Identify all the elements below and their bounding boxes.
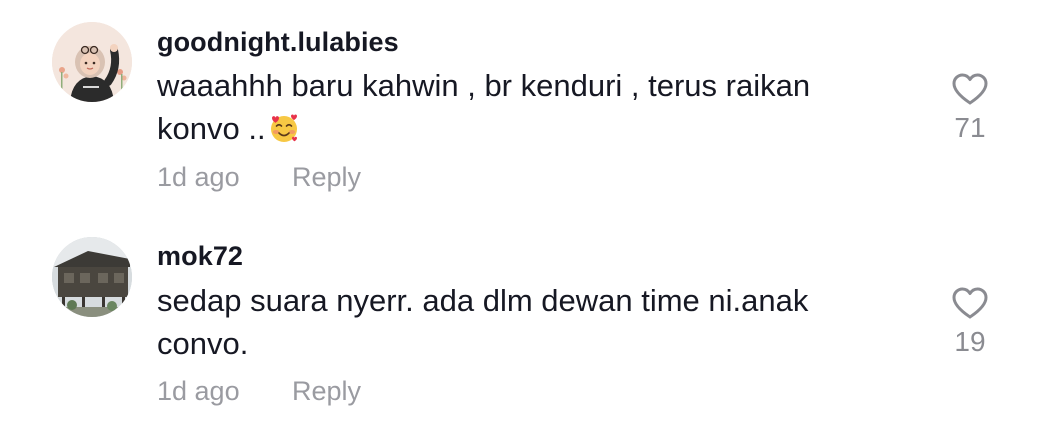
reply-button[interactable]: Reply — [292, 162, 361, 193]
comment-meta: 1d ago Reply — [157, 162, 361, 193]
wooden-house-photo-image — [52, 237, 132, 317]
like-button[interactable]: 19 — [946, 286, 994, 358]
heart-icon[interactable] — [951, 72, 989, 106]
comment-text-line-2: konvo .. — [157, 107, 897, 150]
comment-timestamp: 1d ago — [157, 376, 240, 406]
comment-item: mok72 sedap suara nyerr. ada dlm dewan t… — [0, 213, 1054, 426]
avatar[interactable] — [52, 22, 132, 102]
like-count: 19 — [954, 326, 986, 357]
reply-button[interactable]: Reply — [292, 376, 361, 407]
comment-text-line: waaahhh baru kahwin , br kenduri , terus… — [157, 68, 811, 103]
like-count: 71 — [954, 112, 986, 143]
cartoon-girl-avatar-image — [52, 22, 132, 102]
smiling-face-with-hearts-icon — [268, 112, 300, 144]
comment-text-line: sedap suara nyerr. ada dlm dewan time ni… — [157, 283, 809, 318]
comment-text-line: convo. — [157, 326, 249, 361]
comment-text: sedap suara nyerr. ada dlm dewan time ni… — [157, 279, 897, 365]
like-button[interactable]: 71 — [946, 72, 994, 144]
heart-icon[interactable] — [951, 286, 989, 320]
comment-text: waaahhh baru kahwin , br kenduri , terus… — [157, 64, 897, 150]
comment-text-line: konvo .. — [157, 111, 266, 146]
comment-meta: 1d ago Reply — [157, 376, 361, 407]
comment-username[interactable]: goodnight.lulabies — [157, 27, 399, 58]
comment-timestamp: 1d ago — [157, 162, 240, 192]
avatar[interactable] — [52, 237, 132, 317]
comment-item: goodnight.lulabies waaahhh baru kahwin ,… — [0, 0, 1054, 213]
comment-username[interactable]: mok72 — [157, 241, 243, 272]
